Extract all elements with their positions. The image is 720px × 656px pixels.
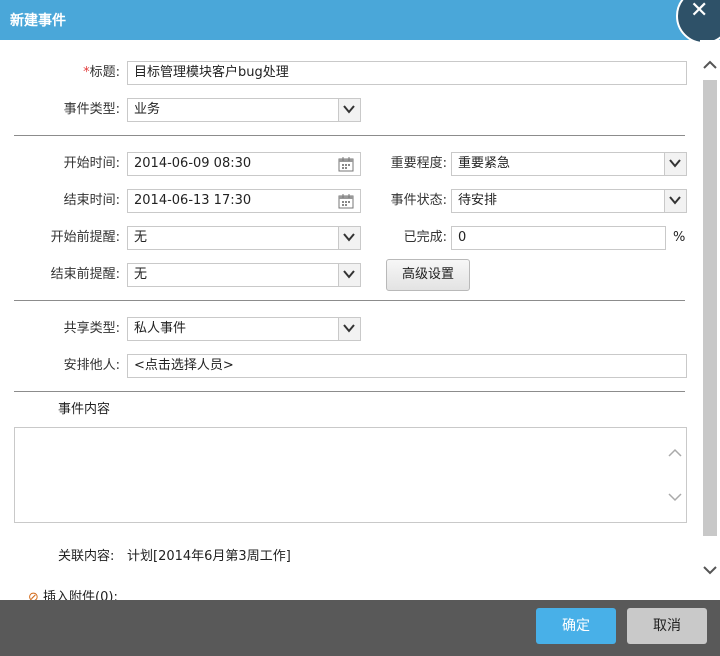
- remind-end-label: 结束前提醒:: [50, 267, 120, 282]
- divider: [14, 300, 685, 301]
- remind-start-value: 无: [134, 230, 148, 245]
- advanced-settings-button[interactable]: 高级设置: [386, 259, 470, 291]
- end-time-input[interactable]: 2014-06-13 17:30: [127, 189, 361, 213]
- scrollbar-thumb[interactable]: [703, 80, 717, 536]
- event-type-label: 事件类型:: [63, 102, 120, 117]
- status-select[interactable]: 待安排: [451, 189, 687, 213]
- start-time-input[interactable]: 2014-06-09 08:30: [127, 152, 361, 176]
- priority-label: 重要程度:: [390, 156, 447, 171]
- dialog-title: 新建事件: [10, 13, 66, 29]
- dialog-content: *标题: 目标管理模块客户bug处理 事件类型: 业务 开始时间: 2014-0…: [0, 40, 700, 600]
- scrollbar[interactable]: [700, 40, 720, 600]
- paperclip-icon: ⊘: [28, 590, 39, 600]
- start-time-label: 开始时间:: [63, 156, 120, 171]
- assign-label: 安排他人:: [63, 358, 120, 373]
- status-value: 待安排: [458, 193, 498, 208]
- ok-button[interactable]: 确定: [536, 608, 616, 644]
- end-time-label: 结束时间:: [63, 193, 120, 208]
- close-icon: ✕: [690, 0, 709, 23]
- scroll-down-icon[interactable]: [703, 565, 717, 575]
- event-type-select[interactable]: 业务: [127, 98, 361, 122]
- status-label: 事件状态:: [390, 193, 447, 208]
- chevron-down-icon: [664, 190, 686, 212]
- scroll-up-icon[interactable]: [703, 60, 717, 70]
- share-type-value: 私人事件: [134, 321, 187, 336]
- related-label: 关联内容:: [58, 549, 115, 564]
- chevron-down-icon: [338, 318, 360, 340]
- remind-start-select[interactable]: 无: [127, 226, 361, 250]
- remind-start-label: 开始前提醒:: [50, 230, 120, 245]
- attachment-link[interactable]: ⊘ 插入附件(0):: [28, 588, 118, 600]
- priority-select[interactable]: 重要紧急: [451, 152, 687, 176]
- attachment-label: 插入附件(0):: [43, 590, 118, 600]
- end-time-value: 2014-06-13 17:30: [134, 193, 252, 208]
- share-type-label: 共享类型:: [63, 321, 120, 336]
- divider: [14, 135, 685, 136]
- chevron-down-icon: [338, 99, 360, 121]
- event-type-value: 业务: [134, 102, 161, 117]
- title-input[interactable]: 目标管理模块客户bug处理: [127, 61, 687, 85]
- title-label: *标题:: [83, 65, 120, 80]
- dialog-footer: 确定 取消: [0, 600, 720, 656]
- content-label: 事件内容: [58, 402, 111, 417]
- assign-people-input[interactable]: <点击选择人员>: [127, 354, 687, 378]
- remind-end-select[interactable]: 无: [127, 263, 361, 287]
- share-type-select[interactable]: 私人事件: [127, 317, 361, 341]
- content-textarea[interactable]: [14, 427, 687, 523]
- remind-end-value: 无: [134, 267, 148, 282]
- completed-label: 已完成:: [403, 230, 447, 245]
- completed-input[interactable]: 0: [451, 226, 666, 250]
- cancel-button[interactable]: 取消: [627, 608, 707, 644]
- chevron-down-icon[interactable]: [668, 492, 682, 502]
- divider: [14, 391, 685, 392]
- related-value[interactable]: 计划[2014年6月第3周工作]: [127, 547, 291, 567]
- chevron-down-icon: [664, 153, 686, 175]
- start-time-value: 2014-06-09 08:30: [134, 156, 252, 171]
- percent-unit: %: [673, 230, 686, 245]
- dialog-titlebar: 新建事件: [0, 0, 720, 40]
- chevron-up-icon[interactable]: [668, 448, 682, 458]
- priority-value: 重要紧急: [458, 156, 511, 171]
- chevron-down-icon: [338, 264, 360, 286]
